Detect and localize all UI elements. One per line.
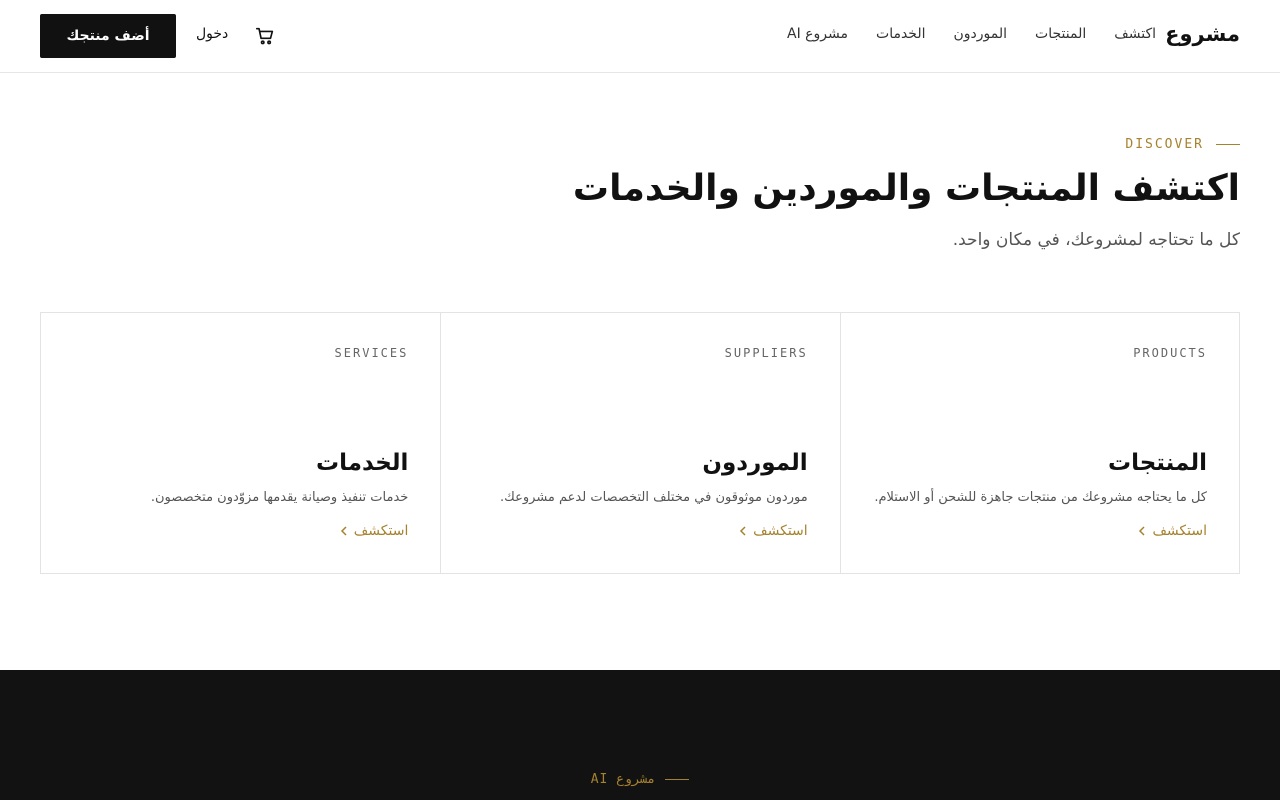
main-nav: اكتشف المنتجات الموردون الخدمات مشروع AI (787, 26, 1156, 42)
card-link-label: استكشف (1152, 523, 1207, 539)
add-product-button[interactable]: أضف منتجك (40, 14, 176, 58)
card-title: الخدمات (315, 450, 409, 476)
chevron-left-icon (340, 526, 347, 536)
nav-item-ai[interactable]: مشروع AI (787, 26, 848, 42)
ai-eyebrow-row: مشروع AI (0, 772, 1280, 787)
ai-section: مشروع AI (0, 670, 1280, 800)
card-title: الموردون (702, 450, 808, 476)
nav-item-services[interactable]: الخدمات (876, 26, 926, 42)
card-description: خدمات تنفيذ وصيانة يقدمها مزوّدون متخصصو… (150, 490, 409, 505)
site-header: مشروع اكتشف المنتجات الموردون الخدمات مش… (0, 0, 1280, 73)
card-title: المنتجات (1107, 450, 1207, 476)
card-link-label: استكشف (753, 523, 808, 539)
card-tag: SUPPLIERS (724, 346, 808, 360)
category-cards: PRODUCTS المنتجات كل ما يحتاجه مشروعك من… (40, 312, 1240, 574)
page-title: اكتشف المنتجات والموردين والخدمات (572, 168, 1240, 209)
explore-products-link[interactable]: استكشف (1138, 523, 1207, 539)
chevron-left-icon (740, 526, 746, 536)
card-tag: PRODUCTS (1133, 346, 1207, 360)
card-body: الموردون موردون موثوقون في مختلف التخصصا… (469, 450, 808, 539)
page-subtitle: كل ما تحتاجه لمشروعك، في مكان واحد. (952, 230, 1240, 250)
card-body: المنتجات كل ما يحتاجه مشروعك من منتجات ج… (869, 450, 1207, 539)
card-body: الخدمات خدمات تنفيذ وصيانة يقدمها مزوّدو… (69, 450, 409, 539)
brand-logo[interactable]: مشروع (1165, 22, 1240, 46)
hero-eyebrow-row: DISCOVER (1125, 137, 1240, 152)
card-services[interactable]: SERVICES الخدمات خدمات تنفيذ وصيانة يقدم… (41, 313, 440, 573)
card-description: كل ما يحتاجه مشروعك من منتجات جاهزة للشح… (874, 490, 1207, 505)
chevron-left-icon (1139, 526, 1145, 536)
eyebrow-divider (665, 779, 690, 780)
ai-eyebrow: مشروع AI (590, 772, 656, 787)
card-suppliers[interactable]: SUPPLIERS الموردون موردون موثوقون في مخت… (440, 313, 839, 573)
login-link[interactable]: دخول (196, 26, 228, 42)
nav-item-suppliers[interactable]: الموردون (954, 26, 1008, 42)
card-link-label: استكشف (353, 523, 409, 539)
explore-services-link[interactable]: استكشف (340, 523, 409, 539)
card-description: موردون موثوقون في مختلف التخصصات لدعم مش… (500, 490, 808, 505)
nav-item-products[interactable]: المنتجات (1035, 26, 1086, 42)
nav-item-discover[interactable]: اكتشف (1114, 26, 1156, 42)
hero-eyebrow: DISCOVER (1125, 137, 1204, 152)
card-tag: SERVICES (334, 346, 409, 360)
card-products[interactable]: PRODUCTS المنتجات كل ما يحتاجه مشروعك من… (839, 313, 1239, 573)
cart-icon[interactable] (254, 25, 276, 47)
explore-suppliers-link[interactable]: استكشف (739, 523, 808, 539)
eyebrow-divider (1216, 144, 1240, 145)
